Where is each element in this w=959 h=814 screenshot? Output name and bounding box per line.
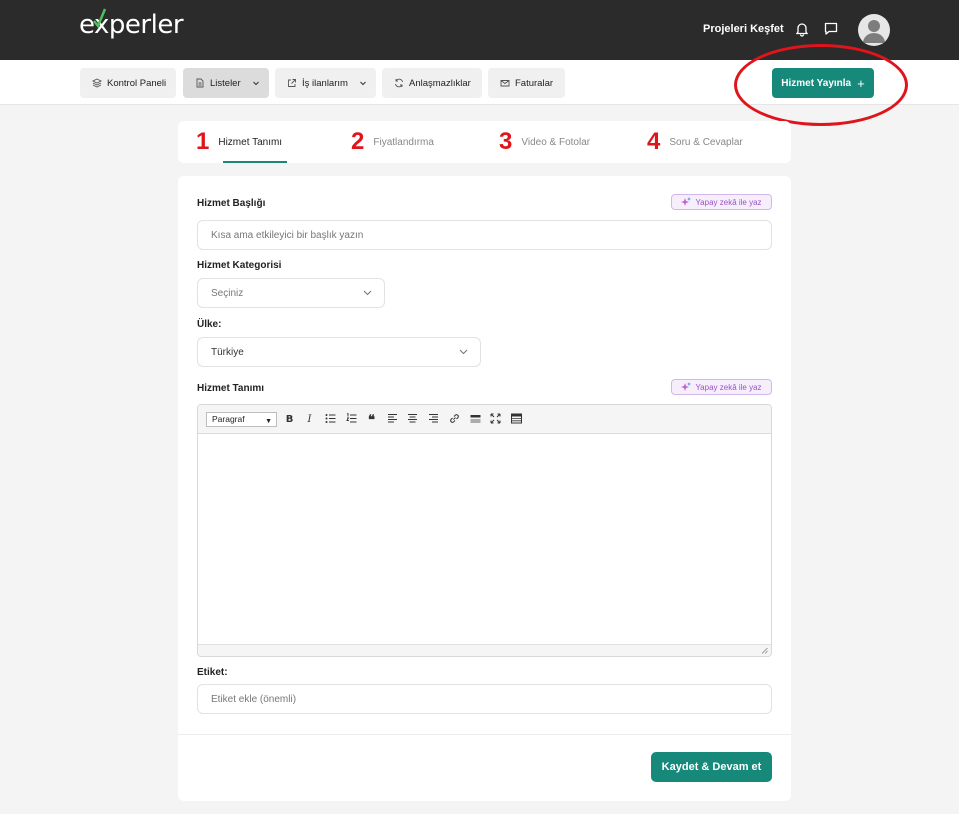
italic-icon[interactable]: I	[303, 413, 316, 426]
country-select[interactable]: Türkiye	[197, 337, 481, 367]
service-title-placeholder: Kısa ama etkileyici bir başlık yazın	[211, 229, 364, 241]
nav-item-invoices[interactable]: Faturalar	[488, 68, 565, 98]
experler-logo[interactable]: experler	[79, 8, 184, 40]
nav-item-label: İş ilanlarım	[302, 77, 348, 89]
chevron-down-icon	[363, 290, 372, 296]
ai-write-label: Yapay zekâ ile yaz	[695, 382, 762, 392]
fullscreen-icon[interactable]	[489, 413, 502, 426]
external-link-icon	[288, 79, 296, 87]
ai-write-button-description[interactable]: Yapay zekâ ile yaz	[671, 379, 772, 395]
nav-item-label: Kontrol Paneli	[107, 77, 167, 89]
sparkle-icon	[681, 197, 692, 206]
editor-toolbar: Paragraf ▼ B I ❝	[198, 405, 771, 434]
nav-item-disputes[interactable]: Anlaşmazlıklar	[382, 68, 482, 98]
nav-item-lists[interactable]: Listeler	[183, 68, 269, 98]
step-number: 1	[196, 128, 210, 155]
country-label: Ülke:	[197, 319, 222, 330]
numbered-list-icon[interactable]	[345, 412, 358, 426]
chevron-down-icon	[459, 349, 468, 355]
publish-service-label: Hizmet Yayınla	[781, 77, 852, 89]
service-category-select[interactable]: Seçiniz	[197, 278, 385, 308]
nav-item-label: Listeler	[210, 77, 241, 89]
tab-questions-answers[interactable]: 4 Soru & Cevaplar	[647, 121, 743, 163]
step-number: 2	[351, 128, 365, 155]
nav-item-label: Anlaşmazlıklar	[409, 77, 471, 89]
document-icon	[196, 78, 204, 88]
form-divider	[178, 734, 791, 735]
save-continue-label: Kaydet & Devam et	[661, 761, 762, 773]
logo-check-icon	[93, 8, 106, 29]
align-right-icon[interactable]	[427, 413, 440, 426]
step-number: 4	[647, 128, 661, 155]
category-selected-value: Seçiniz	[211, 287, 244, 299]
resize-grip-icon[interactable]	[761, 647, 768, 654]
align-center-icon[interactable]	[406, 413, 419, 426]
sparkle-icon	[681, 382, 692, 391]
step-tabs: 1 Hizmet Tanımı 2 Fiyatlandırma 3 Video …	[178, 121, 791, 163]
refresh-icon	[395, 78, 403, 88]
tab-video-photos[interactable]: 3 Video & Fotolar	[499, 121, 590, 163]
chevron-down-icon	[360, 81, 366, 86]
country-selected-value: Türkiye	[211, 346, 244, 358]
step-label: Fiyatlandırma	[373, 136, 434, 148]
link-icon[interactable]	[448, 413, 461, 426]
paragraph-format-value: Paragraf	[212, 414, 245, 424]
step-number: 3	[499, 128, 513, 155]
user-avatar[interactable]	[858, 14, 890, 46]
active-tab-indicator	[223, 161, 287, 163]
bullet-list-icon[interactable]	[324, 413, 337, 426]
service-title-label: Hizmet Başlığı	[197, 198, 266, 209]
publish-service-button[interactable]: Hizmet Yayınla +	[772, 68, 874, 98]
paragraph-format-select[interactable]: Paragraf ▼	[206, 412, 277, 427]
caret-down-icon: ▼	[265, 418, 272, 425]
bell-icon[interactable]	[794, 21, 810, 37]
explore-projects-link[interactable]: Projeleri Keşfet	[703, 23, 784, 35]
layers-icon	[92, 78, 102, 88]
bold-icon[interactable]: B	[283, 413, 296, 426]
tab-service-definition[interactable]: 1 Hizmet Tanımı	[196, 121, 282, 163]
user-silhouette-icon	[863, 20, 885, 43]
step-label: Video & Fotolar	[521, 136, 591, 148]
tags-placeholder: Etiket ekle (önemli)	[211, 693, 297, 705]
blockquote-icon[interactable]: ❝	[365, 413, 378, 426]
tags-label: Etiket:	[197, 667, 228, 678]
plus-icon: +	[857, 75, 865, 91]
save-continue-button[interactable]: Kaydet & Devam et	[651, 752, 772, 782]
rich-text-editor: Paragraf ▼ B I ❝	[197, 404, 772, 657]
step-label: Hizmet Tanımı	[218, 136, 283, 148]
service-category-label: Hizmet Kategorisi	[197, 260, 282, 271]
tags-input[interactable]: Etiket ekle (önemli)	[197, 684, 772, 714]
step-label: Soru & Cevaplar	[669, 136, 743, 148]
nav-item-dashboard[interactable]: Kontrol Paneli	[80, 68, 176, 98]
mail-icon	[500, 80, 510, 87]
message-icon[interactable]	[823, 21, 839, 37]
nav-item-my-jobs[interactable]: İş ilanlarım	[275, 68, 376, 98]
nav-item-label: Faturalar	[515, 77, 554, 89]
top-bar: experler Projeleri Keşfet	[0, 0, 959, 60]
service-description-label: Hizmet Tanımı	[197, 383, 265, 394]
ai-write-button[interactable]: Yapay zekâ ile yaz	[671, 194, 772, 210]
service-title-input[interactable]: Kısa ama etkileyici bir başlık yazın	[197, 220, 772, 250]
align-left-icon[interactable]	[386, 413, 399, 426]
table-icon[interactable]	[510, 413, 523, 426]
chevron-down-icon	[252, 81, 259, 86]
tab-pricing[interactable]: 2 Fiyatlandırma	[351, 121, 434, 163]
editor-statusbar	[198, 644, 771, 656]
ai-write-label: Yapay zekâ ile yaz	[695, 197, 762, 207]
horizontal-rule-icon[interactable]	[469, 413, 482, 426]
